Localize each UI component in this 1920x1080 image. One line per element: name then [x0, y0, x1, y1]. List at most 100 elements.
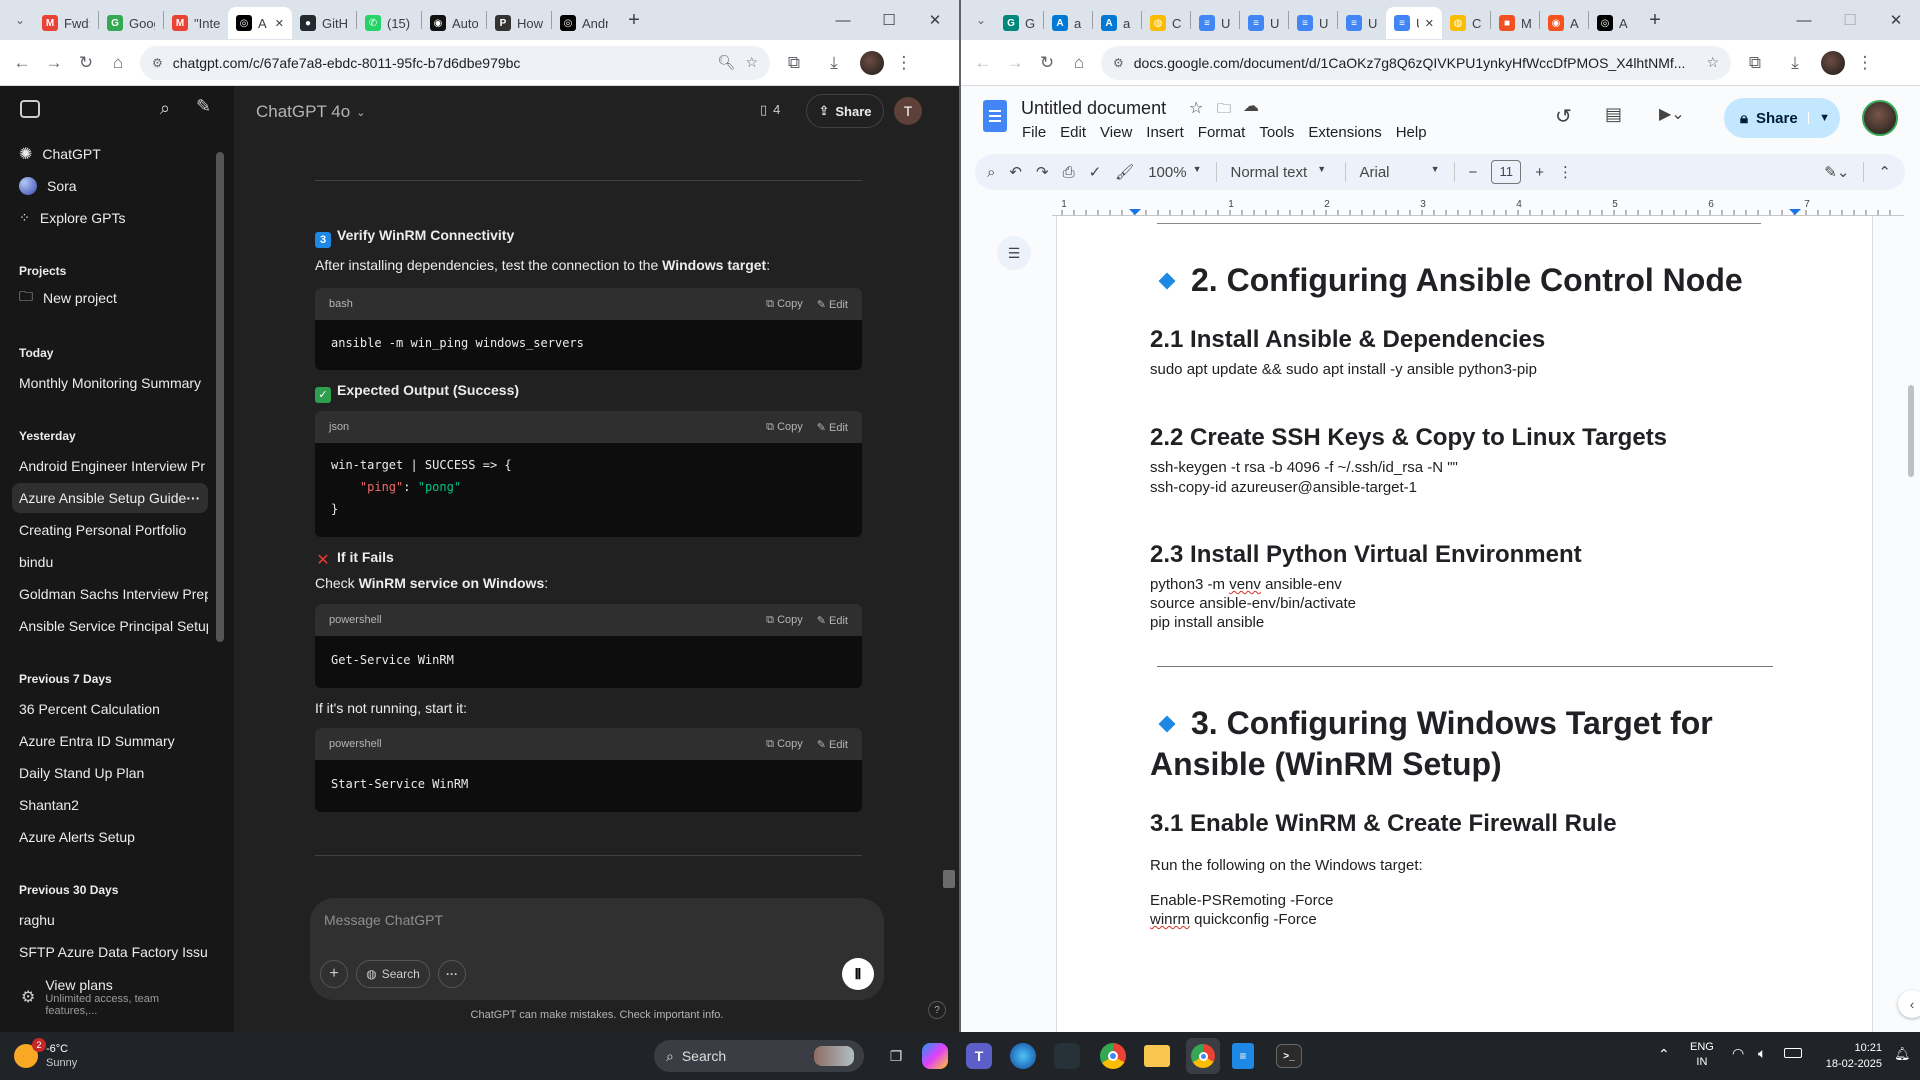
docs-menu-edit[interactable]: Edit: [1060, 124, 1086, 141]
tab-search-icon[interactable]: ⌄: [6, 4, 34, 36]
left-indent-marker[interactable]: [1129, 209, 1141, 215]
browser-tab[interactable]: ◍ C: [1442, 7, 1490, 39]
reload-icon[interactable]: ↻: [70, 47, 102, 79]
conversation-item[interactable]: Goldman Sachs Interview Prep: [12, 579, 208, 609]
conversation-item[interactable]: Android Engineer Interview Pr: [12, 451, 208, 481]
right-indent-marker[interactable]: [1789, 209, 1801, 215]
browser-tab[interactable]: ≡ U: [1289, 7, 1337, 39]
conversation-item[interactable]: Azure Alerts Setup: [12, 822, 208, 852]
browser-tab[interactable]: Aa: [1093, 7, 1141, 39]
font-size-input[interactable]: 11: [1491, 160, 1522, 184]
more-menu-icon[interactable]: ⋮: [888, 47, 920, 79]
cloud-saved-icon[interactable]: ☁︎: [1243, 96, 1259, 116]
docs-scrollbar[interactable]: [1908, 385, 1914, 477]
close-window-button[interactable]: ✕: [912, 0, 958, 40]
browser-tab[interactable]: ◎ Andr: [552, 7, 616, 39]
sidebar-item-chatgpt[interactable]: ✺ ChatGPT: [12, 139, 208, 169]
home-icon[interactable]: ⌂: [102, 47, 134, 79]
copilot-icon[interactable]: [922, 1043, 948, 1069]
docs-menu-format[interactable]: Format: [1198, 124, 1246, 141]
browser-tab[interactable]: Aa: [1044, 7, 1092, 39]
copy-code-button[interactable]: ⧉ Copy: [766, 738, 803, 751]
copy-code-button[interactable]: ⧉ Copy: [766, 298, 803, 311]
conversation-item-selected[interactable]: Azure Ansible Setup Guide ···: [12, 483, 208, 513]
browser-tab[interactable]: ◎ A: [1589, 7, 1637, 39]
docs-menu-insert[interactable]: Insert: [1146, 124, 1184, 141]
comments-icon[interactable]: ▤: [1605, 104, 1622, 125]
search-menus-icon[interactable]: ⌕: [987, 164, 995, 181]
docs-menu-tools[interactable]: Tools: [1259, 124, 1294, 141]
tab-search-icon[interactable]: ⌄: [967, 4, 995, 36]
browser-tab[interactable]: ≡ U: [1240, 7, 1288, 39]
edit-code-button[interactable]: ✎ Edit: [817, 738, 848, 751]
input-language[interactable]: ENG IN: [1690, 1040, 1714, 1070]
downloads-icon[interactable]: ⤓: [818, 47, 850, 79]
model-selector[interactable]: ChatGPT 4o ⌄: [256, 102, 365, 122]
copy-code-button[interactable]: ⧉ Copy: [766, 614, 803, 627]
font-select[interactable]: Arial ▼: [1360, 164, 1440, 181]
home-icon[interactable]: ⌂: [1063, 47, 1095, 79]
new-tab-button[interactable]: +: [620, 6, 648, 34]
new-chat-icon[interactable]: ✎: [196, 96, 211, 117]
browser-tab[interactable]: M Fwd:: [34, 7, 98, 39]
notification-bell-icon[interactable]: 🔔︎: [1894, 1046, 1911, 1062]
more-tools-button[interactable]: ···: [438, 960, 466, 988]
window-divider[interactable]: [959, 0, 961, 1032]
sidebar-item-sora[interactable]: Sora: [12, 171, 208, 201]
battery-icon[interactable]: [1784, 1048, 1802, 1058]
chrome-active-icon[interactable]: [1186, 1038, 1220, 1074]
paint-format-icon[interactable]: 🖌︎: [1115, 163, 1134, 181]
browser-tab[interactable]: M "Inter: [164, 7, 228, 39]
docs-menu-file[interactable]: File: [1022, 124, 1046, 141]
docs-menu-help[interactable]: Help: [1396, 124, 1427, 141]
site-info-icon[interactable]: ⚙: [1113, 56, 1124, 70]
profile-avatar[interactable]: [860, 50, 884, 75]
conversation-item[interactable]: bindu: [12, 547, 208, 577]
more-tools-icon[interactable]: ⋮: [1558, 163, 1573, 181]
extensions-icon[interactable]: ⧉: [778, 47, 810, 79]
conversation-item[interactable]: raghu: [12, 905, 208, 935]
browser-tab-active[interactable]: ≡ U ✕: [1386, 7, 1442, 39]
browser-tab[interactable]: GG: [995, 7, 1043, 39]
back-icon[interactable]: ←: [967, 47, 999, 79]
browser-tab-active[interactable]: ◎ A ✕: [228, 7, 292, 39]
extensions-icon[interactable]: ⧉: [1739, 47, 1771, 79]
browser-tab[interactable]: ◉ A: [1540, 7, 1588, 39]
file-explorer-icon[interactable]: [1144, 1045, 1170, 1067]
docs-menu-view[interactable]: View: [1100, 124, 1132, 141]
conversation-item[interactable]: Ansible Service Principal Setup: [12, 611, 208, 641]
browser-tab[interactable]: ≡ U: [1338, 7, 1386, 39]
conversation-item[interactable]: Monthly Monitoring Summary: [12, 368, 208, 398]
start-button[interactable]: [612, 1043, 638, 1069]
edit-code-button[interactable]: ✎ Edit: [817, 421, 848, 434]
increase-font-size-icon[interactable]: +: [1535, 164, 1544, 181]
meet-icon[interactable]: ▶︎⌄: [1659, 104, 1685, 124]
browser-tab[interactable]: G Goog: [99, 7, 163, 39]
document-outline-icon[interactable]: ☰: [997, 236, 1031, 270]
zoom-select[interactable]: 100% ▼: [1148, 164, 1201, 181]
bookmark-star-icon[interactable]: ☆: [1706, 54, 1719, 71]
browser-tab[interactable]: ■ M: [1491, 7, 1539, 39]
minimize-button[interactable]: —: [1781, 0, 1827, 40]
profile-avatar[interactable]: [1821, 50, 1845, 75]
site-info-icon[interactable]: ⚙: [152, 56, 163, 70]
address-bar[interactable]: ⚙ chatgpt.com/c/67afe7a8-ebdc-8011-95fc-…: [140, 45, 770, 80]
move-folder-icon[interactable]: 🗀︎: [1217, 98, 1231, 122]
forward-icon[interactable]: →: [38, 47, 70, 79]
minimize-button[interactable]: —: [820, 0, 866, 40]
browser-tab[interactable]: ● GitHu: [292, 7, 356, 39]
view-plans-button[interactable]: ⚙ View plans Unlimited access, team feat…: [12, 977, 212, 1017]
show-hidden-icons[interactable]: ⌃: [1658, 1046, 1670, 1063]
sidebar-toggle-icon[interactable]: [20, 100, 40, 118]
docs-menu-extensions[interactable]: Extensions: [1308, 124, 1381, 141]
edit-code-button[interactable]: ✎ Edit: [817, 298, 848, 311]
spellcheck-icon[interactable]: ✓: [1089, 163, 1102, 181]
collapse-menus-icon[interactable]: ⌃: [1878, 163, 1891, 181]
bookmark-star-icon[interactable]: ☆: [745, 54, 758, 71]
conversation-item[interactable]: SFTP Azure Data Factory Issue: [12, 937, 208, 967]
conversation-item[interactable]: Creating Personal Portfolio: [12, 515, 208, 545]
weather-widget[interactable]: 2 -6°C Sunny: [14, 1038, 124, 1074]
zoom-icon[interactable]: 🔍︎: [718, 54, 736, 71]
new-project-button[interactable]: 🗀︎ New project: [12, 283, 208, 313]
search-button[interactable]: ◍ Search: [356, 960, 430, 988]
